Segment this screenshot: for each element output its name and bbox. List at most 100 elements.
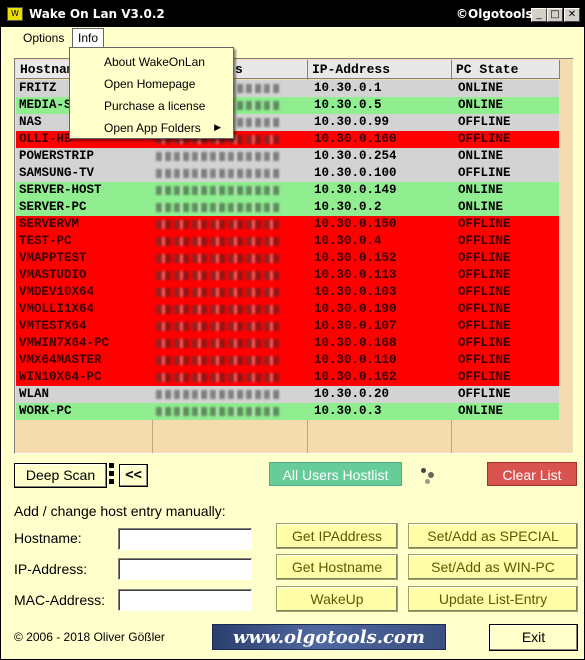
menu-item-purchase-license[interactable]: Purchase a license xyxy=(104,99,205,113)
state-cell: ONLINE xyxy=(458,98,504,112)
deep-scan-button[interactable]: Deep Scan xyxy=(14,463,107,488)
table-row[interactable]: SAMSUNG-TV 10.30.0.100 OFFLINE xyxy=(16,165,559,182)
set-special-button[interactable]: Set/Add as SPECIAL xyxy=(408,523,578,549)
mac-cell-blurred xyxy=(153,182,308,199)
mac-address-label: MAC-Address: xyxy=(14,592,106,608)
menu-item-open-homepage[interactable]: Open Homepage xyxy=(104,77,195,91)
table-row[interactable]: WIN10X64-PC 10.30.0.162 OFFLINE xyxy=(16,369,559,386)
collapse-button[interactable]: << xyxy=(119,464,148,487)
hostname-cell: VMASTUDIO xyxy=(19,268,87,282)
hostname-cell: VMTESTX64 xyxy=(19,319,87,333)
menu-info[interactable]: Info xyxy=(72,28,105,48)
ip-cell: 10.30.0.152 xyxy=(314,251,397,265)
get-hostname-button[interactable]: Get Hostname xyxy=(276,554,398,580)
ip-cell: 10.30.0.5 xyxy=(314,98,382,112)
mac-cell-blurred xyxy=(153,199,308,216)
ip-cell: 10.30.0.160 xyxy=(314,132,397,146)
hostname-cell: POWERSTRIP xyxy=(19,149,95,163)
hostname-cell: WIN10X64-PC xyxy=(19,370,102,384)
exit-button[interactable]: Exit xyxy=(489,624,578,651)
hostname-cell: SAMSUNG-TV xyxy=(19,166,95,180)
hostname-label: Hostname: xyxy=(14,530,82,546)
table-row[interactable]: WORK-PC 10.30.0.3 ONLINE xyxy=(16,403,559,420)
ip-cell: 10.30.0.103 xyxy=(314,285,397,299)
state-cell: OFFLINE xyxy=(458,353,511,367)
hostname-cell: SERVERVM xyxy=(19,217,80,231)
ip-cell: 10.30.0.168 xyxy=(314,336,397,350)
state-cell: ONLINE xyxy=(458,149,504,163)
mac-cell-blurred xyxy=(153,165,308,182)
table-row[interactable]: WLAN 10.30.0.20 OFFLINE xyxy=(16,386,559,403)
info-menu-dropdown: About WakeOnLan Open Homepage Purchase a… xyxy=(69,47,234,139)
hostname-input[interactable] xyxy=(118,528,252,550)
table-row[interactable]: SERVER-PC 10.30.0.2 ONLINE xyxy=(16,199,559,216)
ip-cell: 10.30.0.4 xyxy=(314,234,382,248)
get-ip-address-button[interactable]: Get IPAddress xyxy=(276,523,398,549)
manual-entry-title: Add / change host entry manually: xyxy=(14,503,226,519)
maximize-button[interactable]: □ xyxy=(547,8,563,22)
menu-options[interactable]: Options xyxy=(18,30,69,46)
table-row[interactable]: VMX64MASTER 10.30.0.110 OFFLINE xyxy=(16,352,559,369)
table-row[interactable]: VMTESTX64 10.30.0.107 OFFLINE xyxy=(16,318,559,335)
ip-cell: 10.30.0.254 xyxy=(314,149,397,163)
table-row[interactable]: TEST-PC 10.30.0.4 OFFLINE xyxy=(16,233,559,250)
hostname-cell: VMDEV10X64 xyxy=(19,285,95,299)
hostname-cell: WORK-PC xyxy=(19,404,72,418)
column-state[interactable]: PC State xyxy=(452,60,560,79)
state-cell: OFFLINE xyxy=(458,234,511,248)
menu-item-about[interactable]: About WakeOnLan xyxy=(104,55,205,69)
ip-address-label: IP-Address: xyxy=(14,561,88,577)
copyright-text: © 2006 - 2018 Oliver Gößler xyxy=(14,630,165,644)
hostname-cell: SERVER-HOST xyxy=(19,183,102,197)
mac-address-input[interactable] xyxy=(118,589,252,611)
state-cell: ONLINE xyxy=(458,200,504,214)
title-bar[interactable]: W Wake On Lan V3.0.2 ©Olgotools _ □ ✕ xyxy=(1,1,584,27)
state-cell: OFFLINE xyxy=(458,268,511,282)
state-cell: OFFLINE xyxy=(458,166,511,180)
all-users-hostlist-button[interactable]: All Users Hostlist xyxy=(269,462,402,486)
mac-cell-blurred xyxy=(153,369,308,386)
column-ip[interactable]: IP-Address xyxy=(308,60,452,79)
ip-cell: 10.30.0.162 xyxy=(314,370,397,384)
app-icon: W xyxy=(7,7,23,21)
menu-item-open-app-folders[interactable]: Open App Folders xyxy=(104,121,201,135)
loading-spinner-icon xyxy=(419,466,439,486)
ip-cell: 10.30.0.149 xyxy=(314,183,397,197)
ip-cell: 10.30.0.150 xyxy=(314,217,397,231)
ip-cell: 10.30.0.3 xyxy=(314,404,382,418)
clear-list-button[interactable]: Clear List xyxy=(487,462,577,486)
list-scrollbar[interactable] xyxy=(560,60,573,453)
olgotools-banner[interactable]: www.olgotools.com xyxy=(212,624,446,650)
state-cell: OFFLINE xyxy=(458,115,511,129)
state-cell: OFFLINE xyxy=(458,336,511,350)
state-cell: OFFLINE xyxy=(458,217,511,231)
ip-cell: 10.30.0.113 xyxy=(314,268,397,282)
table-row[interactable]: VMAPPTEST 10.30.0.152 OFFLINE xyxy=(16,250,559,267)
hostname-cell: VMX64MASTER xyxy=(19,353,102,367)
update-list-entry-button[interactable]: Update List-Entry xyxy=(408,586,578,612)
table-row[interactable]: VMWIN7X64-PC 10.30.0.168 OFFLINE xyxy=(16,335,559,352)
ip-address-input[interactable] xyxy=(118,558,252,580)
state-cell: OFFLINE xyxy=(458,370,511,384)
table-row[interactable]: SERVERVM 10.30.0.150 OFFLINE xyxy=(16,216,559,233)
state-cell: ONLINE xyxy=(458,404,504,418)
table-row[interactable]: POWERSTRIP 10.30.0.254 ONLINE xyxy=(16,148,559,165)
close-button[interactable]: ✕ xyxy=(564,8,580,22)
table-row[interactable]: VMOLLI1X64 10.30.0.190 OFFLINE xyxy=(16,301,559,318)
ip-cell: 10.30.0.190 xyxy=(314,302,397,316)
minimize-button[interactable]: _ xyxy=(531,8,547,22)
state-cell: ONLINE xyxy=(458,81,504,95)
table-row[interactable]: VMDEV10X64 10.30.0.103 OFFLINE xyxy=(16,284,559,301)
table-row[interactable]: SERVER-HOST 10.30.0.149 ONLINE xyxy=(16,182,559,199)
table-row[interactable]: VMASTUDIO 10.30.0.113 OFFLINE xyxy=(16,267,559,284)
mac-cell-blurred xyxy=(153,335,308,352)
state-cell: OFFLINE xyxy=(458,302,511,316)
hostname-cell: WLAN xyxy=(19,387,50,401)
set-win-pc-button[interactable]: Set/Add as WIN-PC xyxy=(408,554,578,580)
mac-cell-blurred xyxy=(153,403,308,420)
wakeup-button[interactable]: WakeUp xyxy=(276,586,398,612)
ip-cell: 10.30.0.99 xyxy=(314,115,390,129)
state-cell: OFFLINE xyxy=(458,285,511,299)
ip-cell: 10.30.0.20 xyxy=(314,387,390,401)
ip-cell: 10.30.0.110 xyxy=(314,353,397,367)
